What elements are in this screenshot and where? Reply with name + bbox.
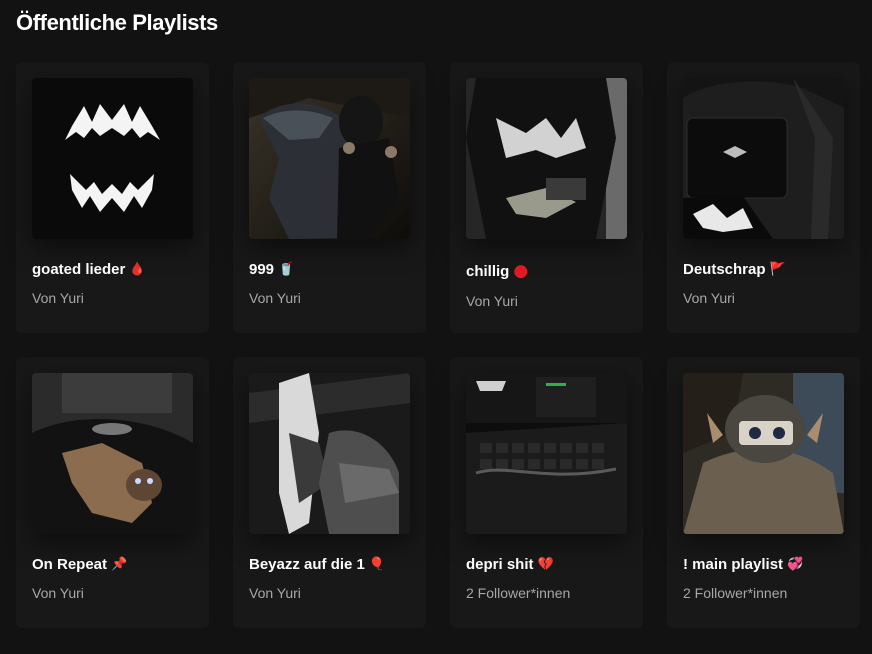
playlist-owner[interactable]: Von Yuri (249, 290, 410, 306)
laptop-cover-image (466, 373, 627, 534)
playlist-card[interactable]: 999 🥤 Von Yuri (233, 62, 426, 333)
playlist-owner[interactable]: Von Yuri (32, 585, 193, 601)
cup-with-straw-icon: 🥤 (278, 262, 295, 277)
playlist-title-text: depri shit (466, 556, 534, 573)
fangs-cover-image (32, 78, 193, 239)
playlist-title-text: ! main playlist (683, 556, 784, 573)
playlist-followers[interactable]: 2 Follower*innen (683, 585, 844, 601)
playlist-title[interactable]: ! main playlist 💞 (683, 556, 844, 573)
playlist-card[interactable]: ! main playlist 💞 2 Follower*innen (667, 357, 860, 628)
triangular-flag-icon: 🚩 (769, 262, 786, 277)
sneaker-cover-image (249, 373, 410, 534)
playlist-title-text: chillig (466, 262, 510, 280)
playlist-grid: goated lieder 🩸 Von Yuri 999 🥤 Von Yuri … (16, 62, 860, 628)
playlist-owner[interactable]: Von Yuri (249, 585, 410, 601)
playlist-title[interactable]: Beyazz auf die 1 🎈 (249, 556, 410, 573)
shirt-money-cover-image (466, 78, 627, 239)
playlist-owner[interactable]: Von Yuri (683, 290, 844, 306)
broken-heart-icon: 💔 (537, 557, 554, 572)
playlist-cover (249, 373, 410, 534)
balloon-icon: 🎈 (368, 557, 386, 572)
pushpin-icon: 📌 (111, 557, 128, 572)
playlist-title-text: goated lieder (32, 261, 126, 278)
playlist-card[interactable]: Deutschrap 🚩 Von Yuri (667, 62, 860, 333)
playlist-card[interactable]: goated lieder 🩸 Von Yuri (16, 62, 209, 333)
playlist-title[interactable]: 999 🥤 (249, 261, 410, 278)
playlist-title-text: On Repeat (32, 556, 108, 573)
drop-of-blood-icon: 🩸 (129, 262, 146, 277)
playlist-title[interactable]: Deutschrap 🚩 (683, 261, 844, 278)
playlist-card[interactable]: Beyazz auf die 1 🎈 Von Yuri (233, 357, 426, 628)
hooded-figure-cover-image (249, 78, 410, 239)
playlist-followers[interactable]: 2 Follower*innen (466, 585, 627, 601)
playlist-title[interactable]: depri shit 💔 (466, 556, 627, 573)
playlist-cover (249, 78, 410, 239)
bag-cover-image (683, 78, 844, 239)
playlist-cover (466, 78, 627, 239)
playlist-owner[interactable]: Von Yuri (466, 293, 627, 309)
playlist-cover (683, 78, 844, 239)
playlist-cover (32, 373, 193, 534)
playlist-title[interactable]: On Repeat 📌 (32, 556, 193, 573)
playlist-title-text: 999 (249, 261, 275, 278)
playlist-title-text: Beyazz auf die 1 (249, 556, 365, 573)
playlist-card[interactable]: chillig ● Von Yuri (450, 62, 643, 333)
playlist-card[interactable]: depri shit 💔 2 Follower*innen (450, 357, 643, 628)
playlist-title[interactable]: chillig ● (466, 261, 627, 281)
anime-mask-cover-image (683, 373, 844, 534)
playlist-cover (466, 373, 627, 534)
playlist-owner[interactable]: Von Yuri (32, 290, 193, 306)
revolving-hearts-icon: 💞 (787, 557, 804, 572)
playlist-cover (683, 373, 844, 534)
cat-cover-image (32, 373, 193, 534)
playlist-card[interactable]: On Repeat 📌 Von Yuri (16, 357, 209, 628)
playlist-cover (32, 78, 193, 239)
playlist-title-text: Deutschrap (683, 261, 766, 278)
section-title[interactable]: Öffentliche Playlists (16, 10, 218, 36)
red-circle-icon: ● (513, 261, 529, 281)
playlist-title[interactable]: goated lieder 🩸 (32, 261, 193, 278)
